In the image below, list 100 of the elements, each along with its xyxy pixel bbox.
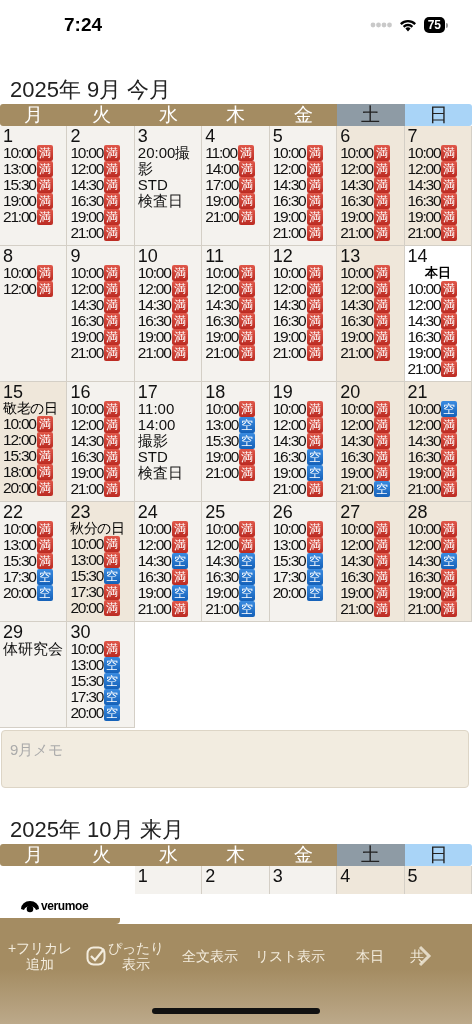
slot-time: 12:00 [407,297,441,313]
full-badge: 満 [104,584,121,600]
full-badge: 満 [104,313,121,329]
full-badge: 満 [171,569,188,585]
slot-time: 10:00 [340,145,373,161]
day-cell[interactable]: 21 10:00 空 12:00 満 14:30 満 16:30 満 19:00 満 21:00 満 [404,382,472,502]
day-cell[interactable]: 18 10:00 満 13:00 空 15:30 空 19:00 満 21:00 満 [202,382,270,502]
full-badge: 満 [104,225,121,241]
day-cell[interactable]: 29 体研究会 [0,622,68,728]
slot-time: 21:00 [272,345,306,361]
full-badge: 満 [306,281,323,297]
day-cell[interactable]: 3 20:00撮影 STD 検査日 [134,126,203,246]
day-cell[interactable]: 3 [269,866,338,894]
day-cell[interactable]: 11 10:00 満 12:00 満 14:30 満 16:30 満 19:00 満 21:00 満 [202,246,270,382]
day-cell[interactable]: 14 本日 10:00 満 12:00 満 14:30 満 16:30 満 19:00 満 21:00 満 [404,246,472,382]
slot-time: 12:00 [340,161,373,177]
slot-time: 19:00 [340,585,373,601]
event-note: 検査日 [137,193,184,209]
day-number: 9 [70,247,82,265]
day-cell[interactable]: 12 10:00 満 12:00 満 14:30 満 16:30 満 19:00 満 21:00 満 [269,246,338,382]
full-badge: 満 [306,417,323,433]
slot-time: 20:00 [70,705,104,721]
day-number: 22 [3,503,25,521]
slot-time: 14:30 [70,297,104,313]
full-badge: 満 [104,145,121,161]
day-cell[interactable]: 13 10:00 満 12:00 満 14:30 満 16:30 満 19:00 満 21:00 満 [337,246,405,382]
vacant-badge: 空 [239,433,256,449]
day-cell[interactable]: 7 10:00 満 12:00 満 14:30 満 16:30 満 19:00 満 21:00 満 [404,126,472,246]
vacant-badge: 空 [36,585,53,601]
day-cell[interactable]: 24 10:00 満 12:00 満 14:30 空 16:30 満 19:00 空 21:00 満 [134,502,203,622]
day-cell[interactable]: 22 10:00 満 13:00 満 15:30 満 17:30 空 20:00 空 [0,502,68,622]
full-badge: 満 [441,161,458,177]
day-cell[interactable]: 26 10:00 満 13:00 満 15:30 空 17:30 空 20:00 空 [269,502,338,622]
slot-time: 21:00 [205,465,239,481]
day-number: 17 [137,383,159,401]
slot-time: 19:00 [272,329,306,345]
event-note: 14:00 [137,417,177,433]
full-badge: 満 [36,193,53,209]
day-cell[interactable]: 5 10:00 満 12:00 満 14:30 満 16:30 満 19:00 満 21:00 満 [269,126,338,246]
eye-icon [20,899,40,913]
full-badge: 満 [373,521,390,537]
weekday-header: 金 [269,104,338,126]
full-badge: 満 [373,417,390,433]
day-cell[interactable]: 20 10:00 満 12:00 満 14:30 満 16:30 満 19:00 満 21:00 空 [337,382,405,502]
slot-time: 19:00 [205,193,239,209]
full-badge: 満 [373,553,390,569]
full-badge: 満 [104,161,121,177]
holiday-name: 秋分の日 [70,521,126,536]
full-badge: 満 [237,145,254,161]
day-number: 11 [205,247,225,265]
full-badge: 満 [306,345,323,361]
day-cell[interactable]: 4 [337,866,405,894]
slot-time: 13:00 [3,161,36,177]
full-badge: 満 [373,265,390,281]
day-cell[interactable]: 2 [202,866,270,894]
full-badge: 満 [306,161,323,177]
vacant-badge: 空 [104,705,121,721]
vacant-badge: 空 [373,481,390,497]
day-cell[interactable]: 9 10:00 満 12:00 満 14:30 満 16:30 満 19:00 満 21:00 満 [67,246,135,382]
full-badge: 満 [373,465,390,481]
slot-time: 17:30 [70,689,104,705]
day-cell[interactable]: 1 10:00 満 13:00 満 15:30 満 19:00 満 21:00 満 [0,126,68,246]
full-badge: 満 [306,329,323,345]
full-badge: 満 [441,329,458,345]
slot-time: 14:30 [272,177,306,193]
day-cell[interactable]: 17 11:00 14:00 撮影 STD 検査日 [134,382,203,502]
vacant-badge: 空 [171,553,188,569]
full-badge: 満 [373,209,390,225]
day-cell[interactable]: 19 10:00 満 12:00 満 14:30 満 16:30 空 19:00 空 21:00 満 [269,382,338,502]
day-cell[interactable]: 2 10:00 満 12:00 満 14:30 満 16:30 満 19:00 満 21:00 満 [67,126,135,246]
slot-time: 12:00 [340,281,373,297]
slot-time: 13:00 [3,537,36,553]
day-cell[interactable]: 25 10:00 満 12:00 満 14:30 空 16:30 空 19:00 空 21:00 空 [202,502,270,622]
slot-time: 17:30 [3,569,36,585]
event-note: STD [137,177,169,193]
day-cell[interactable]: 1 [134,866,203,894]
day-cell[interactable]: 23 秋分の日 10:00 満 13:00 満 15:30 空 17:30 満 20:00 満 [67,502,135,622]
day-cell[interactable]: 5 [404,866,472,894]
day-cell[interactable]: 15 敬老の日 10:00 満 12:00 満 15:30 満 18:00 満 20:00 満 [0,382,68,502]
day-cell[interactable]: 10 10:00 満 12:00 満 14:30 満 16:30 満 19:00 満 21:00 満 [134,246,203,382]
day-cell[interactable]: 8 10:00 満 12:00 満 [0,246,68,382]
day-cell[interactable]: 30 10:00 満 13:00 空 15:30 空 17:30 空 20:00 空 [67,622,135,728]
memo-field[interactable]: 9月メモ [1,730,469,788]
day-cell[interactable]: 16 10:00 満 12:00 満 14:30 満 16:30 満 19:00 満 21:00 満 [67,382,135,502]
slot-time: 10:00 [137,265,171,281]
day-number: 5 [272,127,284,145]
slot-time: 20:00 [3,480,36,496]
slot-time: 21:00 [70,225,104,241]
slot-time: 19:00 [137,585,171,601]
slot-time: 14:30 [70,177,104,193]
day-cell[interactable]: 6 10:00 満 12:00 満 14:30 満 16:30 満 19:00 満 21:00 満 [337,126,405,246]
full-badge: 満 [306,225,323,241]
vacant-badge: 空 [441,401,458,417]
slot-time: 19:00 [407,345,441,361]
slot-time: 14:30 [205,297,239,313]
day-cell[interactable]: 27 10:00 満 12:00 満 14:30 満 16:30 満 19:00 満 21:00 満 [337,502,405,622]
day-cell[interactable]: 4 11:00 満 14:00 満 17:00 満 19:00 満 21:00 満 [202,126,270,246]
full-badge: 満 [104,329,121,345]
day-cell[interactable]: 28 10:00 満 12:00 満 14:30 空 16:30 満 19:00 満 21:00 満 [404,502,472,622]
full-badge: 満 [441,433,458,449]
